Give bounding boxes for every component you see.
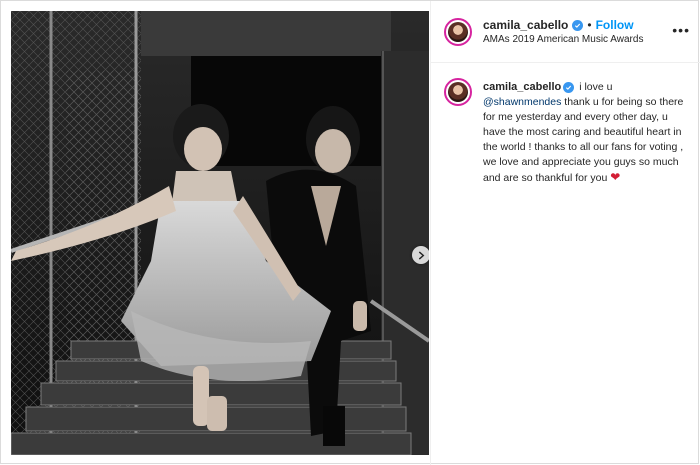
caption-text: camila_cabello i love u @shawnmendes tha…	[483, 80, 688, 186]
mention-link[interactable]: @shawnmendes	[483, 96, 561, 108]
post-photo[interactable]	[11, 11, 429, 455]
location-link[interactable]: AMAs 2019 American Music Awards	[483, 34, 643, 45]
more-options-icon[interactable]: •••	[672, 23, 690, 37]
verified-badge-icon	[563, 82, 575, 93]
post-modal: camila_cabello • Follow AMAs 2019 Americ…	[0, 0, 700, 465]
verified-badge-icon	[572, 19, 584, 31]
caption-username-link[interactable]: camila_cabello	[483, 81, 561, 93]
post-side-panel: camila_cabello • Follow AMAs 2019 Americ…	[430, 1, 700, 465]
header-user-row: camila_cabello • Follow	[483, 17, 634, 33]
follow-button[interactable]: Follow	[596, 18, 634, 32]
username-link[interactable]: camila_cabello	[483, 18, 568, 32]
separator-dot: •	[587, 18, 592, 32]
heart-emoji-icon: ❤	[610, 170, 621, 184]
avatar[interactable]	[444, 18, 472, 46]
chevron-right-icon	[418, 251, 424, 259]
caption-body-rest: thank u for being so there for me yester…	[483, 96, 684, 184]
post-header: camila_cabello • Follow AMAs 2019 Americ…	[431, 1, 700, 63]
photo-illustration	[11, 11, 429, 455]
caption-avatar[interactable]	[444, 78, 472, 106]
caption-body-start: i love u	[579, 81, 613, 93]
carousel-next-button[interactable]	[412, 246, 429, 264]
